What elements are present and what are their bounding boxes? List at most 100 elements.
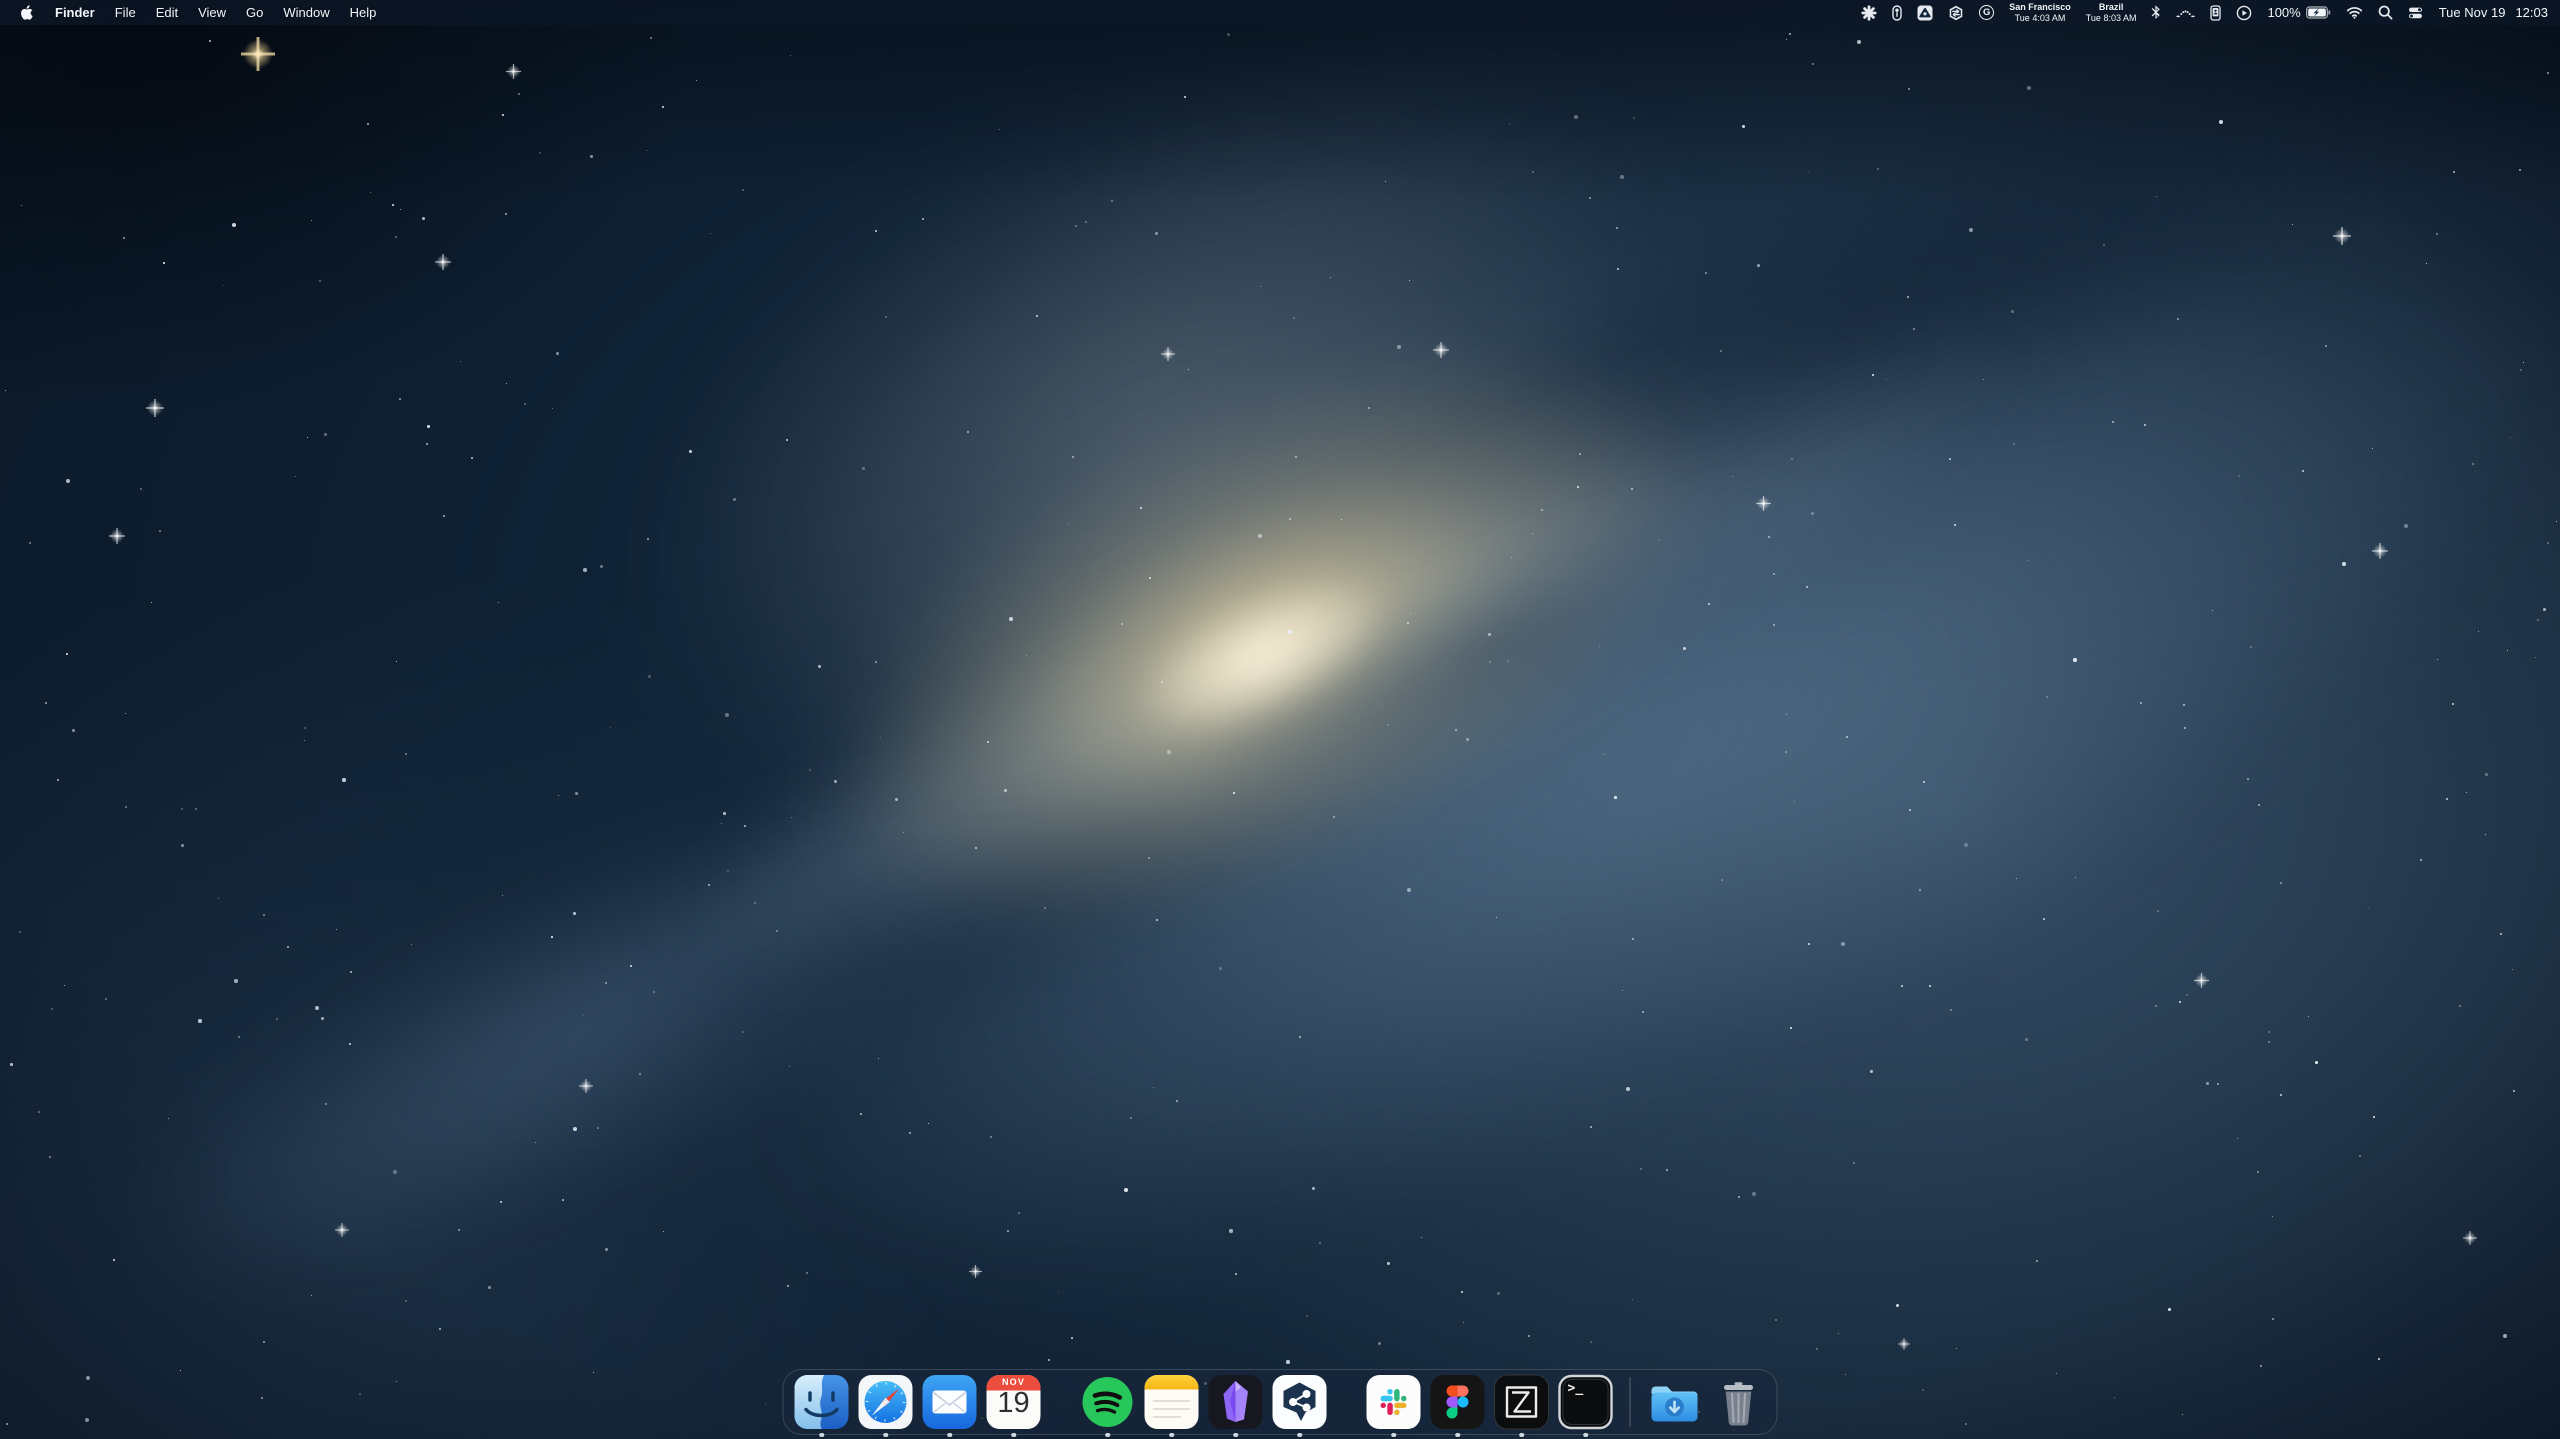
dock-app-figma[interactable] xyxy=(1430,1374,1486,1430)
dock-app-spotify[interactable] xyxy=(1080,1374,1136,1430)
star xyxy=(1461,1291,1463,1293)
star xyxy=(399,398,401,400)
dock-app-hexagon-share[interactable] xyxy=(1272,1374,1328,1430)
star xyxy=(1909,809,1911,811)
star xyxy=(1161,681,1163,683)
star xyxy=(140,488,142,490)
star xyxy=(1773,624,1775,626)
app-menu-title[interactable]: Finder xyxy=(45,0,105,25)
star xyxy=(1964,843,1968,847)
dock-app-slack[interactable] xyxy=(1366,1374,1422,1430)
bright-star xyxy=(506,64,521,79)
star xyxy=(2543,608,2546,611)
pill-capsule-icon[interactable] xyxy=(1892,5,1902,21)
trash-icon xyxy=(1711,1374,1767,1430)
menu-go[interactable]: Go xyxy=(236,0,273,25)
star xyxy=(1235,1273,1237,1275)
star xyxy=(400,209,401,210)
star xyxy=(653,991,655,993)
dock-app-terminal[interactable]: >_ xyxy=(1558,1374,1614,1430)
star xyxy=(1085,221,1087,223)
star xyxy=(105,998,107,1000)
star xyxy=(2500,933,2502,935)
star xyxy=(180,1370,181,1371)
running-indicator xyxy=(1583,1433,1588,1438)
triangle-badge-icon[interactable] xyxy=(1917,5,1933,21)
star xyxy=(19,931,21,933)
g-logo-icon[interactable]: G xyxy=(1979,5,1994,20)
star xyxy=(1509,124,1510,125)
star xyxy=(646,150,647,151)
star xyxy=(1507,660,1509,662)
star xyxy=(1907,296,1909,298)
dock-app-mail[interactable] xyxy=(922,1374,978,1430)
menu-bar-clock[interactable]: Tue Nov 19 12:03 xyxy=(2439,5,2548,20)
dock-app-calendar[interactable]: NOV 19 xyxy=(986,1374,1042,1430)
dock-app-safari[interactable] xyxy=(858,1374,914,1430)
star xyxy=(1732,476,1733,477)
star xyxy=(2247,778,2249,780)
star xyxy=(1130,1117,1132,1119)
star xyxy=(1791,458,1793,460)
dock-downloads-folder[interactable] xyxy=(1647,1374,1703,1430)
spotlight-search-icon[interactable] xyxy=(2378,5,2393,20)
dock-spacer xyxy=(1336,1374,1358,1430)
running-indicator xyxy=(947,1433,952,1438)
star xyxy=(2212,610,2213,611)
wifi-icon[interactable] xyxy=(2346,6,2363,19)
dock-app-finder[interactable] xyxy=(794,1374,850,1430)
star xyxy=(605,1248,608,1251)
desktop: Finder File Edit View Go Window Help G xyxy=(0,0,2560,1439)
star xyxy=(2485,834,2486,835)
star xyxy=(909,1132,911,1134)
star xyxy=(2378,1358,2380,1360)
star xyxy=(1466,738,1469,741)
star xyxy=(2258,804,2260,806)
world-clock-brazil[interactable]: Brazil Tue 8:03 AM xyxy=(2086,2,2137,23)
star xyxy=(1617,268,1619,270)
dock-app-z-editor[interactable] xyxy=(1494,1374,1550,1430)
control-center-icon[interactable] xyxy=(2408,7,2424,19)
menu-help[interactable]: Help xyxy=(340,0,387,25)
menu-file[interactable]: File xyxy=(105,0,146,25)
star xyxy=(1286,1360,1290,1364)
dock-app-obsidian[interactable] xyxy=(1208,1374,1264,1430)
star xyxy=(498,602,499,603)
dock-trash[interactable] xyxy=(1711,1374,1767,1430)
star xyxy=(562,1199,564,1201)
galaxy-core xyxy=(1111,541,1415,768)
bluetooth-icon[interactable] xyxy=(2151,5,2161,20)
star xyxy=(1511,557,1512,558)
star xyxy=(1757,264,1760,267)
menu-window[interactable]: Window xyxy=(273,0,339,25)
star xyxy=(1659,540,1660,541)
world-clock-san-francisco[interactable]: San Francisco Tue 4:03 AM xyxy=(2009,2,2071,23)
iphone-mirroring-icon[interactable] xyxy=(2210,5,2221,21)
apple-menu[interactable] xyxy=(10,0,45,25)
star xyxy=(1258,534,1262,538)
star xyxy=(261,1397,263,1399)
star xyxy=(1075,225,1077,227)
dotted-arc-icon[interactable] xyxy=(2176,6,2195,19)
bright-star xyxy=(1756,496,1771,511)
star xyxy=(1853,1162,1855,1164)
star xyxy=(223,285,224,286)
dock-app-notes[interactable] xyxy=(1144,1374,1200,1430)
star xyxy=(51,1008,53,1010)
star xyxy=(1616,227,1618,229)
bright-star xyxy=(2463,1231,2477,1245)
star xyxy=(1752,1192,1756,1196)
hexagon-swap-icon[interactable] xyxy=(1948,5,1964,21)
now-playing-icon[interactable] xyxy=(2236,5,2252,21)
downloads-folder-icon xyxy=(1647,1374,1703,1430)
star xyxy=(806,1272,808,1274)
star xyxy=(1786,714,1787,715)
menu-edit[interactable]: Edit xyxy=(146,0,188,25)
menu-view[interactable]: View xyxy=(188,0,236,25)
flower-burst-icon[interactable] xyxy=(1861,5,1877,21)
star xyxy=(311,220,312,221)
star xyxy=(862,467,865,470)
battery-status[interactable]: 100% xyxy=(2267,5,2330,20)
star xyxy=(791,817,792,818)
dock-spacer xyxy=(1050,1374,1072,1430)
